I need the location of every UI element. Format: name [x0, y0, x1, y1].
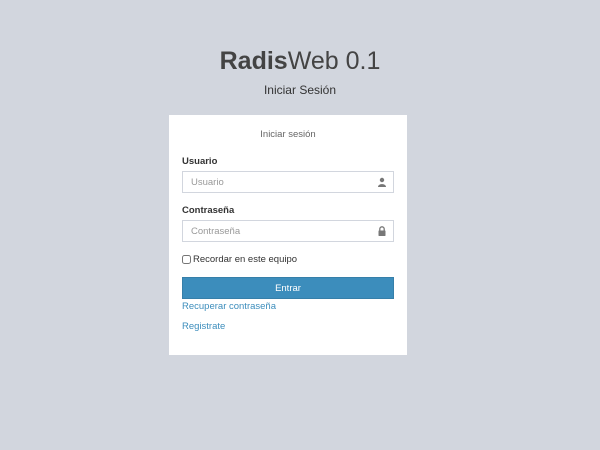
password-input[interactable] [183, 221, 373, 241]
password-field-group [182, 220, 394, 242]
app-logo: RadisWeb 0.1 [0, 44, 600, 78]
username-field-group [182, 171, 394, 193]
login-box: Iniciar sesión Usuario Contraseña Record… [169, 115, 407, 355]
user-icon [378, 177, 386, 187]
remember-me[interactable]: Recordar en este equipo [182, 254, 297, 265]
username-label: Usuario [182, 156, 218, 167]
register-link[interactable]: Registrate [182, 321, 225, 332]
username-input[interactable] [183, 172, 373, 192]
recover-password-link[interactable]: Recuperar contraseña [182, 301, 276, 312]
password-label: Contraseña [182, 205, 235, 216]
brand-light: Web 0.1 [287, 47, 381, 75]
remember-label: Recordar en este equipo [193, 254, 298, 265]
remember-checkbox[interactable] [182, 255, 191, 264]
page-subtitle: Iniciar Sesión [263, 83, 337, 97]
login-button[interactable]: Entrar [182, 277, 394, 299]
brand-bold: Radis [219, 47, 288, 75]
login-box-message: Iniciar sesión [260, 129, 316, 140]
lock-icon [378, 226, 386, 236]
